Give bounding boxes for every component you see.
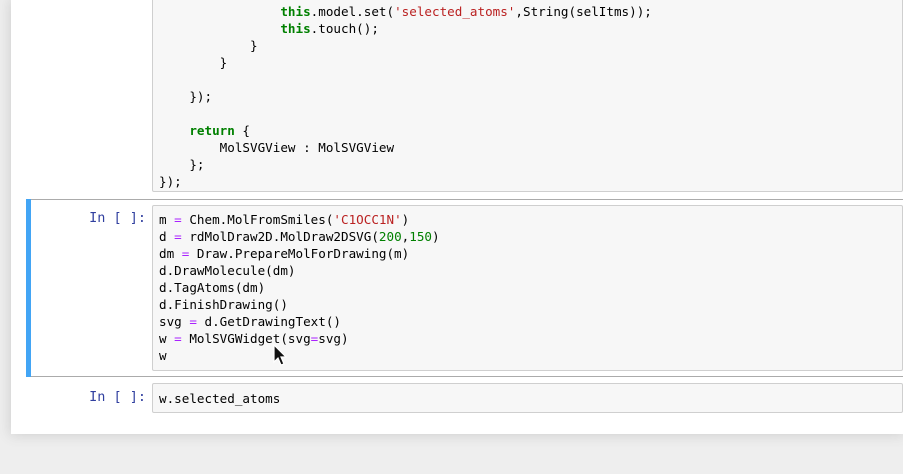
code-editor[interactable]: this.model.set('selected_atoms',String(s… [152, 0, 903, 192]
code-token: } [250, 38, 258, 53]
code-line: d = rdMolDraw2D.MolDraw2DSVG(200,150) [159, 228, 440, 245]
code-token: svg) [318, 331, 349, 346]
code-token: }); [189, 89, 213, 104]
code-token: m [159, 212, 175, 227]
code-text: m = Chem.MolFromSmiles('C1OCC1N') d = rdM… [159, 211, 440, 364]
code-token: svg [159, 314, 190, 329]
code-token: d [159, 229, 175, 244]
code-token: MolSVGView : MolSVGView [219, 140, 395, 155]
code-token: = [189, 314, 197, 329]
code-token: ) [432, 229, 440, 244]
code-token: }; [189, 157, 205, 172]
code-token: return [189, 123, 235, 138]
code-editor[interactable]: m = Chem.MolFromSmiles('C1OCC1N') d = rdM… [152, 205, 903, 371]
code-cell-selected-atoms[interactable]: In [ ]: w.selected_atoms [26, 383, 903, 413]
code-line: return { [159, 122, 652, 139]
code-token: w [159, 331, 175, 346]
code-line: svg = d.GetDrawingText() [159, 313, 440, 330]
code-token: this [280, 4, 311, 19]
code-line: w = MolSVGWidget(svg=svg) [159, 330, 440, 347]
code-token: w [159, 348, 167, 363]
code-token: 'selected_atoms' [394, 4, 516, 19]
code-token: dm [159, 246, 182, 261]
code-token: ) [401, 212, 410, 227]
code-token: ,String(selItms)); [515, 4, 652, 19]
code-token: = [174, 331, 182, 346]
code-token: this [280, 21, 311, 36]
code-line: w.selected_atoms [159, 390, 280, 407]
code-text: this.model.set('selected_atoms',String(s… [159, 3, 652, 190]
code-token: = [174, 212, 182, 227]
input-prompt: In [ ]: [89, 210, 146, 226]
code-line: d.DrawMolecule(dm) [159, 262, 440, 279]
code-line: MolSVGView : MolSVGView [159, 139, 652, 156]
code-line: d.FinishDrawing() [159, 296, 440, 313]
code-cell-javascript[interactable]: this.model.set('selected_atoms',String(s… [26, 0, 903, 193]
code-editor[interactable]: w.selected_atoms [152, 383, 903, 413]
code-token: d.GetDrawingText() [196, 314, 341, 329]
code-token: rdMolDraw2D.MolDraw2DSVG( [181, 229, 379, 244]
code-token: w.selected_atoms [159, 391, 281, 406]
code-line: m = Chem.MolFromSmiles('C1OCC1N') [159, 211, 440, 228]
code-token: d.DrawMolecule(dm) [159, 263, 296, 278]
code-line: d.TagAtoms(dm) [159, 279, 440, 296]
code-token: 150 [409, 229, 432, 244]
code-token: .model.set( [310, 4, 395, 19]
code-token: = [174, 229, 182, 244]
code-cell-draw-molecule[interactable]: In [ ]: m = Chem.MolFromSmiles('C1OCC1N'… [26, 199, 903, 377]
code-token: }); [159, 174, 182, 189]
code-line: }); [159, 88, 652, 105]
code-token: 200 [378, 229, 402, 244]
code-text: w.selected_atoms [159, 390, 280, 407]
code-line: } [159, 37, 652, 54]
code-token: 'C1OCC1N' [333, 212, 402, 227]
code-line: }); [159, 173, 652, 190]
mouse-cursor-icon [273, 344, 288, 366]
code-line: dm = Draw.PrepareMolForDrawing(m) [159, 245, 440, 262]
code-token: Draw.PrepareMolForDrawing(m) [189, 246, 410, 261]
code-token: { [234, 123, 251, 138]
code-token: MolSVGWidget(svg [181, 331, 311, 346]
code-line: w [159, 347, 440, 364]
code-line: }; [159, 156, 652, 173]
code-token: Chem.MolFromSmiles( [181, 212, 334, 227]
code-token: d.FinishDrawing() [159, 297, 288, 312]
code-token: d.TagAtoms(dm) [159, 280, 266, 295]
input-prompt: In [ ]: [89, 389, 146, 405]
code-token: } [219, 55, 228, 70]
code-line: this.touch(); [159, 20, 652, 37]
code-token: .touch(); [310, 21, 379, 36]
code-line: } [159, 54, 652, 71]
code-line: this.model.set('selected_atoms',String(s… [159, 3, 652, 20]
